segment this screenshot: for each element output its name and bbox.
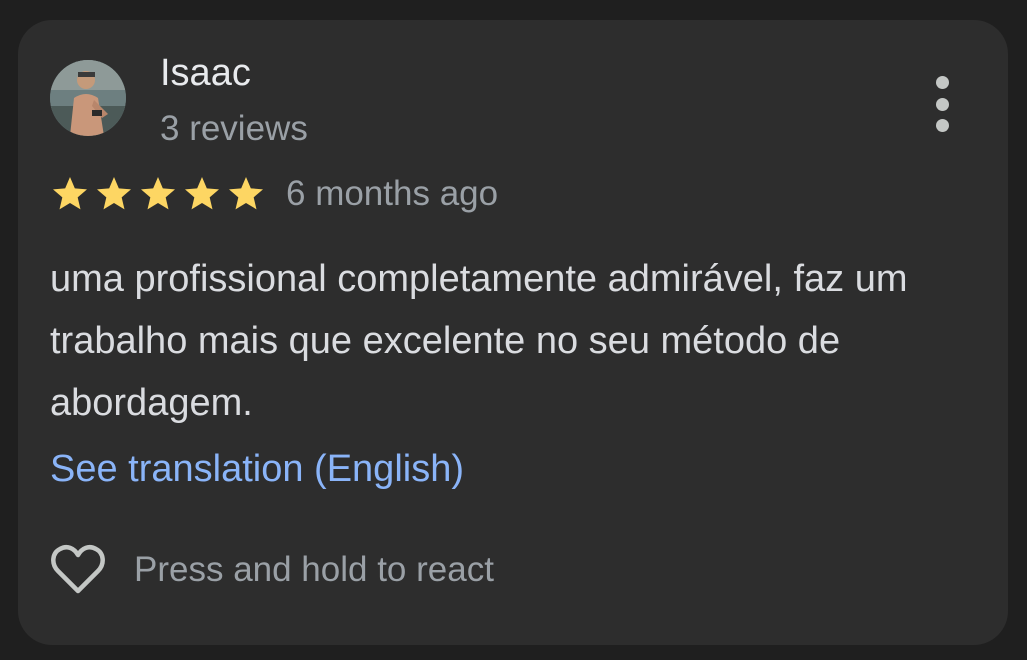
avatar-photo-icon	[50, 60, 126, 136]
more-options-button[interactable]	[922, 76, 962, 132]
react-prompt: Press and hold to react	[134, 550, 494, 589]
more-vertical-icon-dot	[935, 97, 949, 111]
rating-row: 6 months ago	[50, 170, 498, 218]
heart-outline-icon	[51, 545, 105, 594]
review-text: uma profissional completamente admirável…	[50, 258, 908, 424]
star-icon	[229, 177, 263, 210]
star-icon	[53, 177, 87, 210]
react-button[interactable]: Press and hold to react	[50, 542, 494, 598]
author-review-count: 3 reviews	[160, 109, 308, 148]
star-icon	[185, 177, 219, 210]
more-vertical-icon	[935, 76, 949, 89]
star-icon	[97, 177, 131, 210]
star-icon	[141, 177, 175, 210]
more-vertical-icon-dot	[935, 119, 949, 132]
see-translation-link[interactable]: See translation (English)	[50, 444, 464, 494]
author-avatar[interactable]	[50, 60, 126, 136]
review-date: 6 months ago	[286, 174, 499, 213]
star-rating	[50, 174, 266, 214]
author-name[interactable]: Isaac	[160, 50, 251, 96]
review-card: Isaac 3 reviews 6 months ago uma profiss…	[18, 20, 1008, 645]
